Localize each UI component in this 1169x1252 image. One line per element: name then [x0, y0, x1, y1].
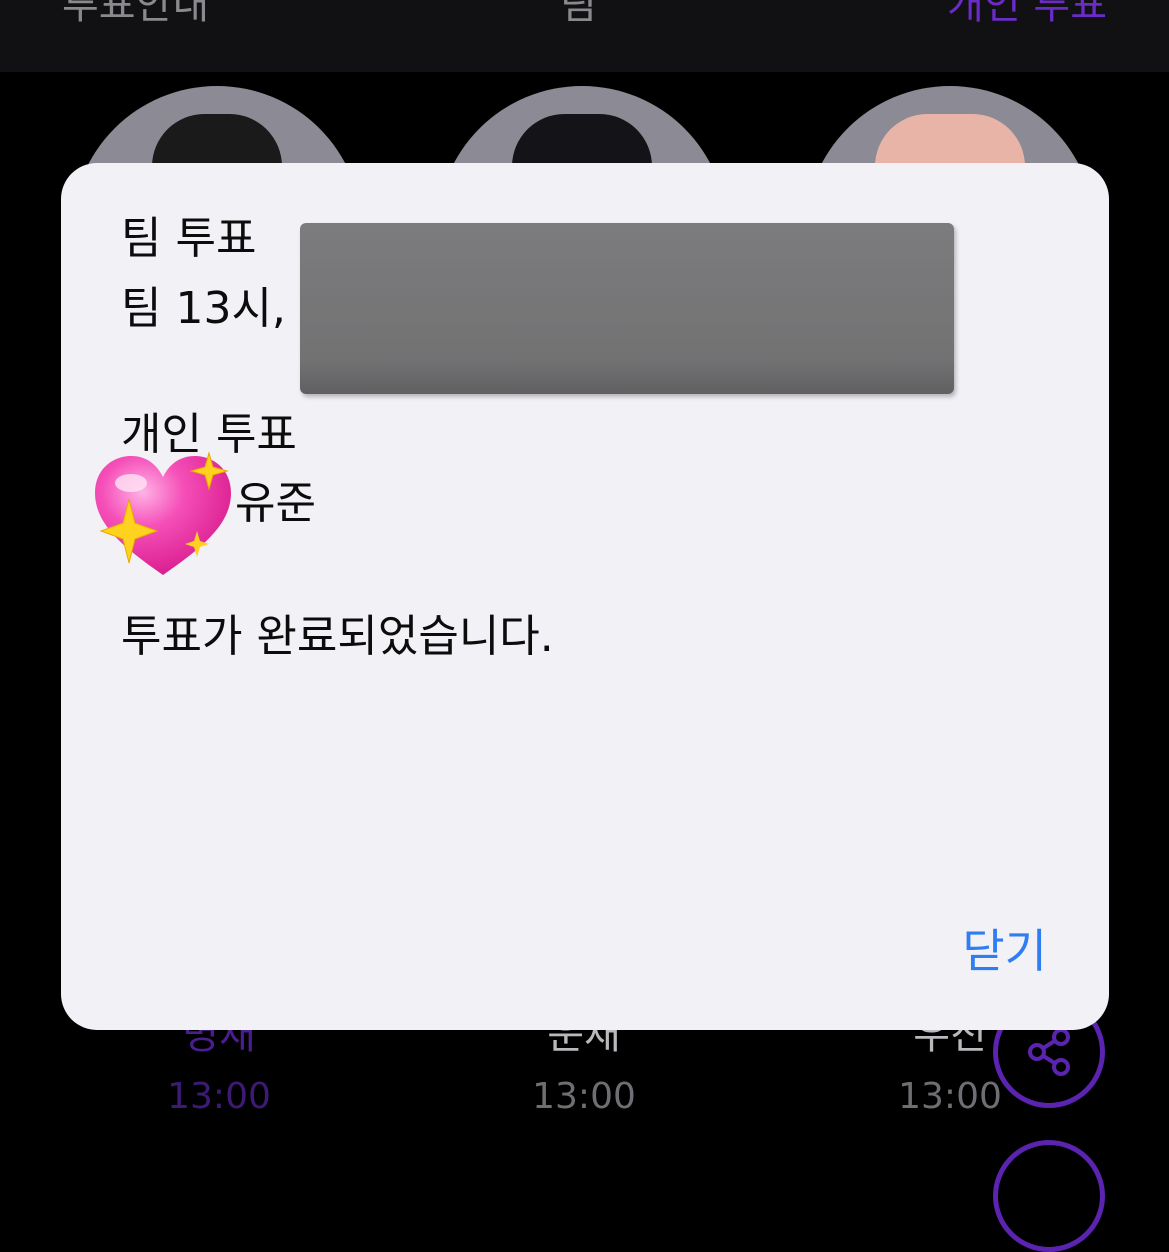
- tab-team[interactable]: 팀: [560, 0, 597, 30]
- tab-vote-guide[interactable]: 투표안내: [62, 0, 209, 30]
- member-time: 13:00: [532, 1076, 636, 1117]
- redaction-block: [300, 223, 954, 394]
- team-vote-heading: 팀 투표: [121, 213, 257, 264]
- completion-message: 투표가 완료되었습니다.: [121, 611, 554, 662]
- personal-vote-value: 유준: [235, 478, 316, 529]
- close-button[interactable]: 닫기: [962, 921, 1047, 981]
- member-time: 13:00: [167, 1076, 271, 1117]
- share-icon: [1028, 1028, 1070, 1076]
- vote-complete-dialog: 팀 투표 팀 13시, 개인 투표 유준 투표가 완료되었습니다. 닫기: [61, 163, 1109, 1030]
- floating-action-button[interactable]: [993, 1140, 1105, 1252]
- tab-personal-vote[interactable]: 개인 투표: [947, 0, 1107, 30]
- sparkling-heart-icon: [95, 451, 231, 575]
- top-tab-bar: 투표안내 팀 개인 투표: [0, 0, 1169, 72]
- team-vote-value: 팀 13시,: [121, 283, 286, 334]
